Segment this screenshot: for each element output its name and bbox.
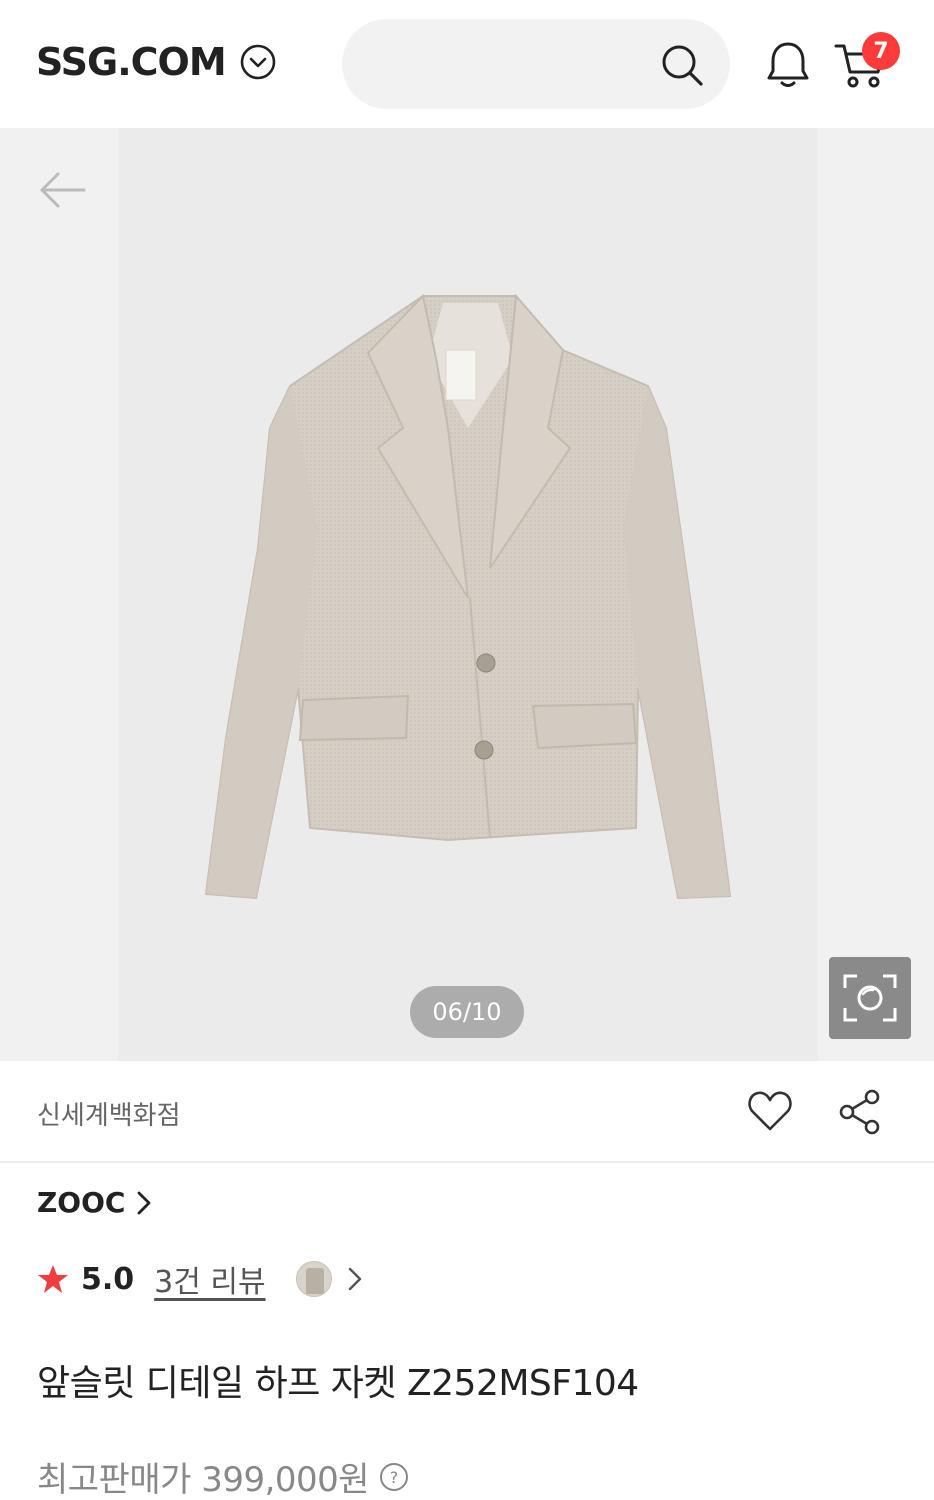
question-circle-icon[interactable]: ? xyxy=(379,1462,409,1492)
brand-link[interactable]: ZOOC xyxy=(37,1186,153,1219)
search-bar[interactable] xyxy=(342,19,730,109)
image-search-button[interactable] xyxy=(829,957,911,1039)
cart-count-badge: 7 xyxy=(862,32,900,70)
heart-icon[interactable] xyxy=(747,1089,793,1133)
camera-search-icon xyxy=(843,974,897,1022)
chevron-right-icon[interactable] xyxy=(346,1265,364,1293)
chevron-circle-down-icon[interactable] xyxy=(240,44,276,80)
site-logo[interactable]: SSG.COM xyxy=(36,40,227,84)
search-icon[interactable] xyxy=(660,43,704,87)
arrow-left-icon[interactable] xyxy=(38,170,88,210)
rating-row: 5.0 3건 리뷰 xyxy=(37,1255,364,1303)
chevron-right-icon xyxy=(138,1191,151,1214)
store-name[interactable]: 신세계백화점 xyxy=(37,1095,181,1132)
review-thumbnail[interactable] xyxy=(295,1261,332,1297)
svg-text:?: ? xyxy=(390,1468,399,1487)
product-image[interactable] xyxy=(118,128,818,1061)
price-row: 최고판매가 399,000원 ? xyxy=(37,1452,409,1500)
top-header: SSG.COM 7 xyxy=(0,0,934,128)
store-row: 신세계백화점 xyxy=(0,1061,934,1163)
logo-area[interactable]: SSG.COM xyxy=(36,40,276,84)
bell-icon[interactable] xyxy=(764,40,812,90)
product-gallery[interactable]: 06/10 xyxy=(0,128,934,1061)
jacket-illustration xyxy=(204,293,732,900)
review-count-link[interactable]: 3건 리뷰 xyxy=(154,1257,265,1301)
rating-score: 5.0 xyxy=(81,1261,135,1297)
product-title: 앞슬릿 디테일 하프 자켓 Z252MSF104 xyxy=(37,1363,639,1404)
brand-name[interactable]: ZOOC xyxy=(37,1186,125,1219)
star-icon xyxy=(38,1265,68,1293)
price-label: 최고판매가 399,000원 xyxy=(37,1460,370,1500)
image-counter: 06/10 xyxy=(410,986,524,1038)
share-icon[interactable] xyxy=(838,1089,882,1135)
